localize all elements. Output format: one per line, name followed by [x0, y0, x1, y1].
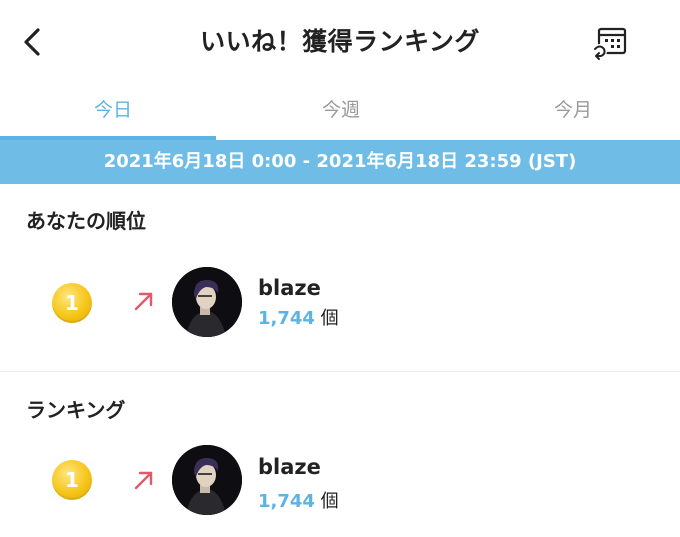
ranking-row[interactable]: 1 blaze 1,744 個: [0, 442, 680, 522]
tab-today-label: 今日: [93, 99, 132, 121]
tab-week-label: 今週: [321, 99, 360, 121]
like-count-value: 1,744: [258, 308, 315, 329]
my-rank-title: あなたの順位: [26, 209, 146, 233]
date-range-bar: 2021年6月18日 0:00 - 2021年6月18日 23:59 (JST): [0, 140, 680, 184]
avatar: [172, 267, 242, 337]
my-rank-row[interactable]: 1 blaze 1,744 個: [0, 263, 680, 343]
tab-month-label: 今月: [553, 99, 592, 121]
rank-medal: 1: [52, 283, 92, 323]
tab-week[interactable]: 今週: [228, 84, 454, 140]
page-title: いいね！獲得ランキング: [200, 27, 480, 56]
user-avatar-icon: [172, 445, 242, 515]
calendar-history-button[interactable]: [590, 24, 630, 62]
like-count-unit: 個: [320, 308, 339, 329]
tab-month[interactable]: 今月: [460, 84, 680, 140]
period-tabs: 今日 今週 今月: [0, 84, 680, 140]
like-count: 1,744 個: [258, 487, 339, 513]
calendar-back-icon: [593, 27, 627, 60]
section-divider: [0, 371, 680, 372]
trend-up-arrow-icon: [134, 471, 153, 490]
ranking-title: ランキング: [26, 398, 126, 422]
like-count: 1,744 個: [258, 304, 339, 330]
user-name: blaze: [258, 455, 321, 479]
like-count-unit: 個: [320, 491, 339, 512]
avatar: [172, 445, 242, 515]
app-header: いいね！獲得ランキング: [0, 0, 680, 84]
like-count-value: 1,744: [258, 491, 315, 512]
user-name: blaze: [258, 276, 321, 300]
user-avatar-icon: [172, 267, 242, 337]
tab-today[interactable]: 今日: [0, 84, 226, 140]
trend-up-arrow-icon: [134, 292, 153, 311]
rank-medal: 1: [52, 460, 92, 500]
